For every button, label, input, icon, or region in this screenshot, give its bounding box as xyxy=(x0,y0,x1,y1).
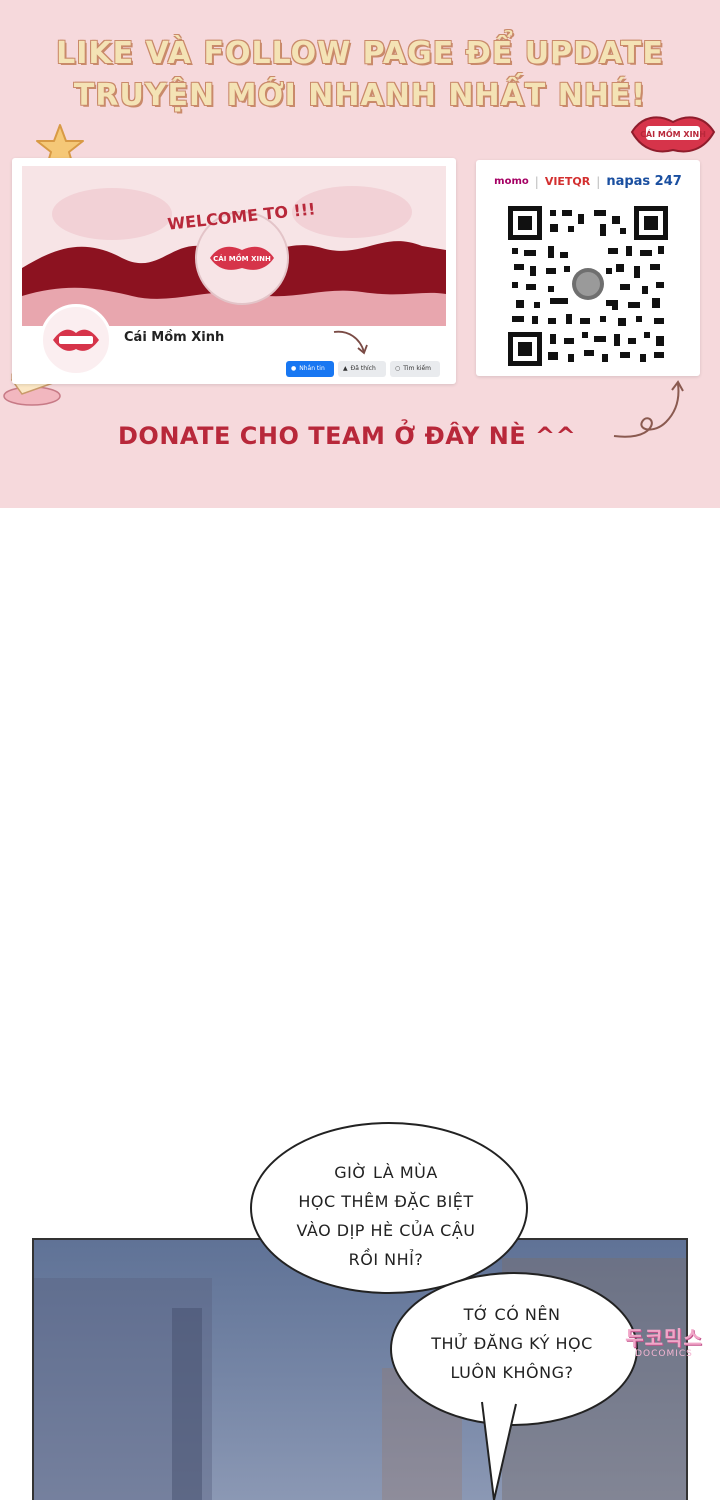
search-button[interactable]: ○ Tìm kiếm xyxy=(390,361,440,377)
liked-button-label: Đã thích xyxy=(350,365,376,372)
momo-logo: momo xyxy=(494,175,529,187)
headline-line2: TRUYỆN MỚI NHANH NHẤT NHÉ! xyxy=(73,78,647,113)
messenger-icon: ● xyxy=(291,365,297,372)
speech-line: THỬ ĐĂNG KÝ HỌC xyxy=(431,1334,593,1353)
speech-line: VÀO DỊP HÈ CỦA CẬU xyxy=(296,1221,476,1240)
page-avatar[interactable] xyxy=(40,304,112,376)
donate-text: DONATE CHO TEAM Ở ĐÂY NÈ ^^ xyxy=(118,422,577,450)
cover-logo-text: CÁI MỒM XINH xyxy=(213,253,271,263)
search-icon: ○ xyxy=(395,365,401,372)
watermark-sub: DOCOMICS xyxy=(635,1349,693,1359)
search-button-label: Tìm kiếm xyxy=(403,365,432,372)
speech-line: GIỜ LÀ MÙA xyxy=(334,1163,438,1182)
qr-donation-card: momo | VIETQR | napas 247 xyxy=(476,160,700,376)
message-button-label: Nhắn tin xyxy=(299,365,325,372)
speech-text-1: GIỜ LÀ MÙA HỌC THÊM ĐẶC BIỆT VÀO DỊP HÈ … xyxy=(266,1158,506,1274)
divider: | xyxy=(534,174,539,189)
divider: | xyxy=(596,174,601,189)
message-button[interactable]: ● Nhắn tin xyxy=(286,361,334,377)
speech-line: LUÔN KHÔNG? xyxy=(450,1363,574,1382)
payment-providers: momo | VIETQR | napas 247 xyxy=(476,174,700,189)
speech-line: TỚ CÓ NÊN xyxy=(463,1305,561,1324)
speech-bubble-tail xyxy=(481,1400,517,1500)
cover-image: CÁI MỒM XINH WELCOME TO !!! xyxy=(22,166,446,326)
arrow-icon xyxy=(333,330,368,355)
promo-banner: LIKE VÀ FOLLOW PAGE ĐỂ UPDATE TRUYỆN MỚI… xyxy=(0,0,720,508)
speech-line: RỒI NHỈ? xyxy=(348,1250,424,1269)
qr-code[interactable] xyxy=(508,206,668,366)
vietqr-logo: VIETQR xyxy=(544,175,591,188)
facebook-page-card[interactable]: CÁI MỒM XINH WELCOME TO !!! Cái Mồm Xinh… xyxy=(12,158,456,384)
thumbs-up-icon: ▲ xyxy=(343,365,348,372)
watermark: 두코믹스 DOCOMICS xyxy=(606,1322,720,1359)
napas-logo: napas 247 xyxy=(606,174,682,189)
speech-line: HỌC THÊM ĐẶC BIỆT xyxy=(298,1192,474,1211)
curly-arrow-icon xyxy=(613,380,684,438)
lips-logo-icon: CÁI MỒM XINH xyxy=(630,116,716,153)
headline-line1: LIKE VÀ FOLLOW PAGE ĐỂ UPDATE xyxy=(56,36,664,71)
liked-button[interactable]: ▲ Đã thích xyxy=(338,361,386,377)
page-name[interactable]: Cái Mồm Xinh xyxy=(124,330,224,345)
speech-text-2: TỚ CÓ NÊN THỬ ĐĂNG KÝ HỌC LUÔN KHÔNG? xyxy=(400,1300,624,1387)
watermark-main: 두코믹스 xyxy=(625,1326,703,1350)
